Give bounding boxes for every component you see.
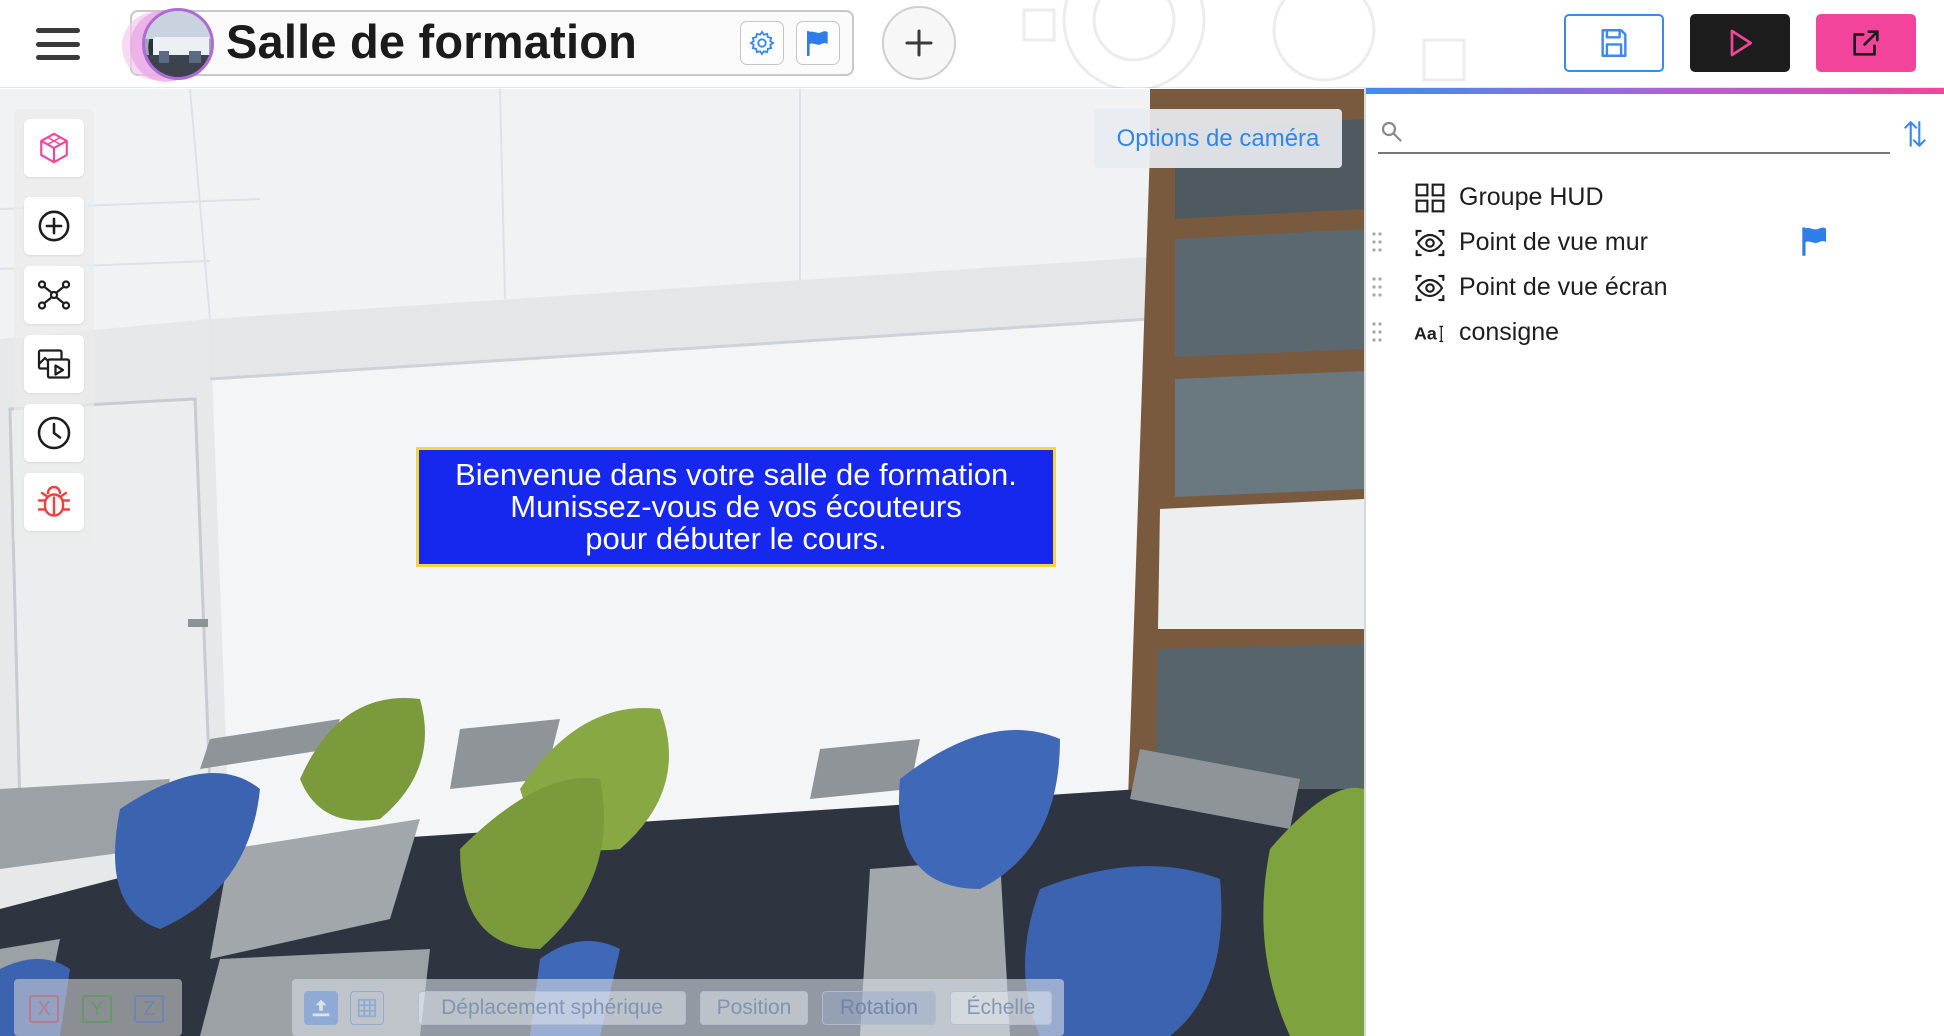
media-gallery-icon bbox=[37, 349, 71, 379]
add-element-button[interactable] bbox=[24, 197, 84, 255]
hud-line: Bienvenue dans votre salle de formation. bbox=[455, 457, 1017, 492]
settings-button[interactable] bbox=[740, 21, 784, 65]
top-bar: Salle de formation bbox=[0, 0, 1944, 88]
viewpoint-eye-icon bbox=[1414, 227, 1446, 259]
tree-item-consigne[interactable]: Aa consigne bbox=[1366, 309, 1944, 353]
add-scene-button[interactable] bbox=[882, 6, 956, 80]
camera-options-button[interactable]: Options de caméra bbox=[1094, 109, 1342, 168]
snap-floor-icon bbox=[312, 999, 330, 1017]
snap-floor-button[interactable] bbox=[304, 991, 338, 1025]
axis-selector: X Y Z bbox=[14, 979, 182, 1036]
save-button[interactable] bbox=[1564, 14, 1664, 72]
media-button[interactable] bbox=[24, 335, 84, 393]
floppy-disk-icon bbox=[1601, 29, 1627, 57]
sort-button[interactable] bbox=[1900, 118, 1930, 150]
play-icon bbox=[1730, 29, 1752, 57]
external-link-icon bbox=[1853, 30, 1879, 56]
left-toolbar bbox=[14, 109, 94, 546]
axis-y-button[interactable]: Y bbox=[82, 995, 112, 1023]
graph-button[interactable] bbox=[24, 266, 84, 324]
play-button[interactable] bbox=[1690, 14, 1790, 72]
object-cube-button[interactable] bbox=[24, 119, 84, 177]
axis-x-button[interactable]: X bbox=[29, 995, 59, 1023]
scene-tree-panel: Groupe HUD Point de vue mur Point de vue… bbox=[1364, 88, 1944, 1036]
drag-handle-icon[interactable] bbox=[1372, 276, 1382, 298]
svg-text:Aa: Aa bbox=[1414, 324, 1438, 344]
grid-icon bbox=[357, 998, 377, 1018]
decorative-pattern bbox=[1022, 0, 1466, 88]
flag-button[interactable] bbox=[796, 21, 840, 65]
scale-button[interactable]: Échelle bbox=[950, 991, 1052, 1025]
viewpoint-eye-icon bbox=[1414, 272, 1446, 304]
timeline-button[interactable] bbox=[24, 404, 84, 462]
tree-item-hud-group[interactable]: Groupe HUD bbox=[1366, 174, 1944, 218]
sort-arrows-icon bbox=[1904, 121, 1926, 147]
text-icon: Aa bbox=[1414, 317, 1446, 349]
hud-line: pour débuter le cours. bbox=[585, 521, 887, 556]
position-button[interactable]: Position bbox=[700, 991, 808, 1025]
gear-icon bbox=[749, 30, 775, 56]
tree-item-viewpoint-screen[interactable]: Point de vue écran bbox=[1366, 264, 1944, 308]
clock-icon bbox=[37, 416, 71, 450]
search-icon bbox=[1381, 121, 1402, 142]
rotation-button[interactable]: Rotation bbox=[822, 991, 936, 1025]
export-button[interactable] bbox=[1816, 14, 1916, 72]
drag-handle-icon[interactable] bbox=[1372, 321, 1382, 343]
grid-snap-button[interactable] bbox=[350, 991, 384, 1025]
axis-z-button[interactable]: Z bbox=[134, 995, 164, 1023]
flag-icon bbox=[807, 31, 828, 56]
scene-avatar[interactable] bbox=[118, 4, 218, 84]
page-title[interactable]: Salle de formation bbox=[226, 14, 637, 70]
hud-line: Munissez-vous de vos écouteurs bbox=[510, 489, 962, 524]
drag-handle-icon[interactable] bbox=[1372, 231, 1382, 253]
panel-accent-line bbox=[1366, 88, 1944, 94]
flag-icon[interactable] bbox=[1798, 225, 1832, 257]
tree-item-label: Point de vue écran bbox=[1459, 273, 1668, 301]
search-bar bbox=[1378, 114, 1890, 154]
scene-thumbnail bbox=[142, 8, 214, 80]
tree-item-viewpoint-wall[interactable]: Point de vue mur bbox=[1366, 219, 1944, 263]
spherical-move-button[interactable]: Déplacement sphérique bbox=[418, 991, 686, 1025]
transform-toolbar: Déplacement sphérique Position Rotation … bbox=[292, 979, 1064, 1036]
hud-grid-icon bbox=[1414, 182, 1446, 214]
tree-item-label: Point de vue mur bbox=[1459, 228, 1648, 256]
search-input[interactable] bbox=[1414, 118, 1884, 148]
graph-nodes-icon bbox=[37, 280, 71, 310]
cube-icon bbox=[40, 132, 68, 164]
scene-viewport[interactable]: Options de caméra Bienvenue dans votre s… bbox=[0, 89, 1364, 1036]
hud-instruction-text[interactable]: Bienvenue dans votre salle de formation.… bbox=[416, 447, 1056, 567]
bug-icon bbox=[37, 485, 71, 517]
hamburger-menu-icon[interactable] bbox=[30, 22, 86, 66]
plus-icon bbox=[905, 29, 933, 57]
add-circle-icon bbox=[38, 210, 70, 242]
tree-item-label: Groupe HUD bbox=[1459, 183, 1604, 211]
tree-item-label: consigne bbox=[1459, 318, 1560, 346]
debug-button[interactable] bbox=[24, 473, 84, 531]
